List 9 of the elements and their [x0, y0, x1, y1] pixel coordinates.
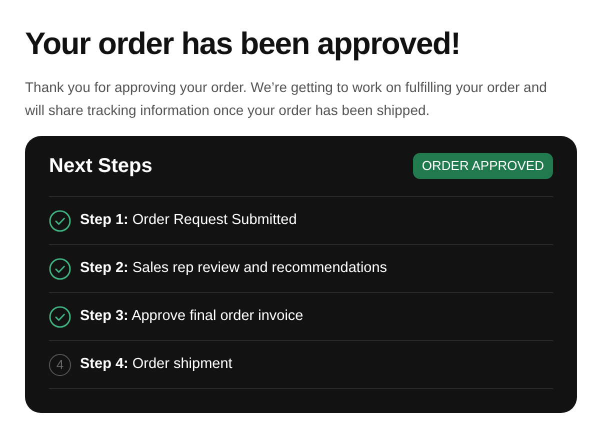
step-label: Step 1: Order Request Submitted	[80, 210, 297, 230]
step-label: Step 4: Order shipment	[80, 354, 232, 374]
status-badge: ORDER APPROVED	[412, 153, 553, 179]
step-label: Step 2: Sales rep review and recommendations	[80, 258, 388, 278]
confirmation-message: Thank you for approving your order. We’re getting to work on fulfilling your order and will share tracking information once your order has been shipped.	[25, 78, 548, 120]
step-number: 4	[49, 354, 71, 376]
page-heading: Your order has been approved!	[25, 25, 462, 63]
card-title: Next Steps	[49, 154, 152, 179]
step-label: Step 3: Approve final order invoice	[80, 306, 304, 326]
